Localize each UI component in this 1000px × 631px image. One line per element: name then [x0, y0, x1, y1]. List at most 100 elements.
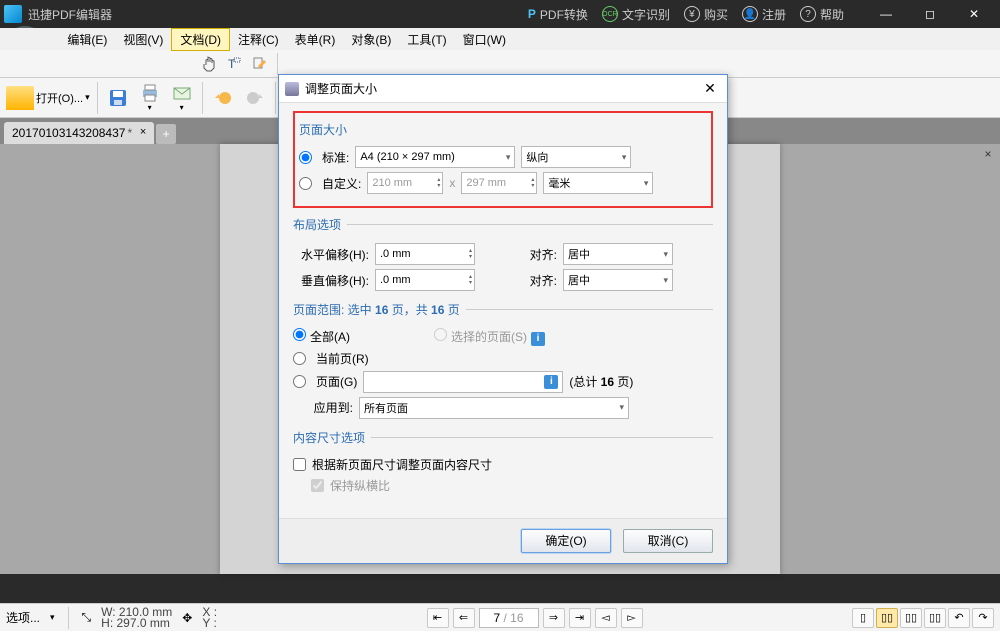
page-range-heading: 页面范围: 选中 16 页，共 16 页: [293, 301, 466, 318]
menu-object[interactable]: 对象(B): [343, 29, 399, 50]
dialog-title: 调整页面大小: [305, 80, 699, 97]
edit-tool-icon[interactable]: [248, 52, 272, 76]
info-icon[interactable]: i: [531, 332, 545, 346]
single-page-view[interactable]: ▯: [852, 608, 874, 628]
save-button[interactable]: [103, 82, 133, 114]
close-button[interactable]: ✕: [952, 0, 996, 28]
v-align-select[interactable]: 居中: [563, 269, 673, 291]
page-navigator: ⇤ ⇐ 7 / 16 ⇒ ⇥ ◅ ▻: [227, 608, 842, 628]
rotate-right-button[interactable]: ↷: [972, 608, 994, 628]
folder-icon: [6, 86, 34, 110]
menu-edit[interactable]: 编辑(E): [59, 29, 115, 50]
open-button[interactable]: 打开(O)... ▾: [4, 84, 92, 112]
menu-comment[interactable]: 注释(C): [230, 29, 287, 50]
app-icon: [4, 5, 22, 23]
menu-bar: 文件(F) 编辑(E) 视图(V) 文档(D) 注释(C) 表单(R) 对象(B…: [0, 28, 1000, 50]
menu-form[interactable]: 表单(R): [287, 29, 344, 50]
next-page-button[interactable]: ⇒: [543, 608, 565, 628]
range-current-radio[interactable]: [293, 352, 306, 365]
print-button[interactable]: ▾: [135, 82, 165, 114]
standard-size-label: 标准:: [322, 149, 349, 166]
range-selected-label: 选择的页面(S): [451, 330, 527, 344]
pages-input[interactable]: i: [363, 371, 563, 393]
dialog-close-icon[interactable]: ✕: [699, 78, 721, 100]
apply-to-label: 应用到:: [293, 399, 353, 416]
register-link[interactable]: 👤注册: [742, 6, 786, 23]
h-offset-input[interactable]: .0 mm: [375, 243, 475, 265]
mail-button[interactable]: ▾: [167, 82, 197, 114]
maximize-button[interactable]: ◻: [908, 0, 952, 28]
cursor-arrows-icon: ✥: [182, 611, 192, 625]
page-range-group: 页面范围: 选中 16 页，共 16 页 全部(A) 选择的页面(S)i 当前页…: [293, 301, 713, 423]
mul-x: x: [449, 176, 455, 190]
ok-button[interactable]: 确定(O): [521, 529, 611, 553]
redo-button[interactable]: [240, 82, 270, 114]
standard-size-radio[interactable]: [299, 151, 312, 164]
total-pages-hint: (总计 16 页): [569, 373, 633, 390]
cancel-button[interactable]: 取消(C): [623, 529, 713, 553]
document-tab[interactable]: 20170103143208437 * ×: [4, 122, 154, 144]
dialog-buttons: 确定(O) 取消(C): [279, 518, 727, 563]
view-mode-buttons: ▯ ▯▯ ▯▯ ▯▯ ↶ ↷: [852, 608, 994, 628]
new-tab-button[interactable]: +: [156, 124, 176, 144]
cursor-position: X :Y :: [202, 607, 217, 629]
h-align-select[interactable]: 居中: [563, 243, 673, 265]
undo-button[interactable]: [208, 82, 238, 114]
page-size-group-highlight: 页面大小 标准: A4 (210 × 297 mm) 纵向 自定义: 210 m…: [293, 111, 713, 208]
nav-fwd-button[interactable]: ▻: [621, 608, 643, 628]
info-icon[interactable]: i: [544, 375, 558, 389]
range-all-radio[interactable]: [293, 328, 306, 341]
two-page-continuous-view[interactable]: ▯▯: [924, 608, 946, 628]
menu-window[interactable]: 窗口(W): [455, 29, 514, 50]
custom-size-label: 自定义:: [322, 175, 361, 192]
tab-close-icon[interactable]: ×: [136, 125, 150, 139]
title-tools: PPDF转换 OCR文字识别 ¥购买 👤注册 ?帮助: [528, 6, 844, 23]
h-align-label: 对齐:: [499, 246, 557, 263]
resize-arrows-icon: ⤡: [82, 610, 92, 625]
tab-label: 20170103143208437: [12, 126, 125, 140]
options-button[interactable]: 选项...: [6, 609, 40, 626]
v-align-label: 对齐:: [499, 272, 557, 289]
svg-text:T: T: [228, 57, 236, 71]
range-pages-label: 页面(G): [316, 373, 357, 390]
hand-tool-icon[interactable]: [196, 52, 220, 76]
orientation-select[interactable]: 纵向: [521, 146, 631, 168]
resize-content-label: 根据新页面尺寸调整页面内容尺寸: [312, 456, 492, 473]
menu-document[interactable]: 文档(D): [171, 28, 230, 51]
minimize-button[interactable]: —: [864, 0, 908, 28]
custom-height-input[interactable]: 297 mm: [461, 172, 537, 194]
range-pages-radio[interactable]: [293, 375, 306, 388]
unit-select[interactable]: 毫米: [543, 172, 653, 194]
pdf-convert-link[interactable]: PPDF转换: [528, 6, 588, 23]
layout-options-group: 布局选项 水平偏移(H): .0 mm 对齐: 居中 垂直偏移(H): .0 m…: [293, 216, 713, 295]
document-close-icon[interactable]: ×: [980, 146, 996, 162]
title-bar: 迅捷PDF编辑器 PPDF转换 OCR文字识别 ¥购买 👤注册 ?帮助 — ◻ …: [0, 0, 1000, 28]
page-number-box[interactable]: 7 / 16: [479, 608, 539, 628]
custom-width-input[interactable]: 210 mm: [367, 172, 443, 194]
menu-tools[interactable]: 工具(T): [399, 29, 454, 50]
help-link[interactable]: ?帮助: [800, 6, 844, 23]
prev-page-button[interactable]: ⇐: [453, 608, 475, 628]
select-tool-icon[interactable]: T: [222, 52, 246, 76]
dialog-header[interactable]: 调整页面大小 ✕: [279, 75, 727, 103]
last-page-button[interactable]: ⇥: [569, 608, 591, 628]
rotate-left-button[interactable]: ↶: [948, 608, 970, 628]
standard-size-select[interactable]: A4 (210 × 297 mm): [355, 146, 515, 168]
keep-ratio-checkbox: [311, 479, 324, 492]
layout-options-heading: 布局选项: [293, 216, 347, 233]
first-page-button[interactable]: ⇤: [427, 608, 449, 628]
h-offset-label: 水平偏移(H):: [293, 246, 369, 263]
menu-view[interactable]: 视图(V): [115, 29, 171, 50]
range-current-label: 当前页(R): [316, 350, 369, 367]
ocr-link[interactable]: OCR文字识别: [602, 6, 670, 23]
continuous-view[interactable]: ▯▯: [876, 608, 898, 628]
custom-size-radio[interactable]: [299, 177, 312, 190]
buy-link[interactable]: ¥购买: [684, 6, 728, 23]
app-title: 迅捷PDF编辑器: [28, 6, 528, 23]
status-bar: 选项...▾ ⤡ W: 210.0 mmH: 297.0 mm ✥ X :Y :…: [0, 603, 1000, 631]
v-offset-input[interactable]: .0 mm: [375, 269, 475, 291]
nav-back-button[interactable]: ◅: [595, 608, 617, 628]
resize-content-checkbox[interactable]: [293, 458, 306, 471]
apply-to-select[interactable]: 所有页面: [359, 397, 629, 419]
two-page-view[interactable]: ▯▯: [900, 608, 922, 628]
